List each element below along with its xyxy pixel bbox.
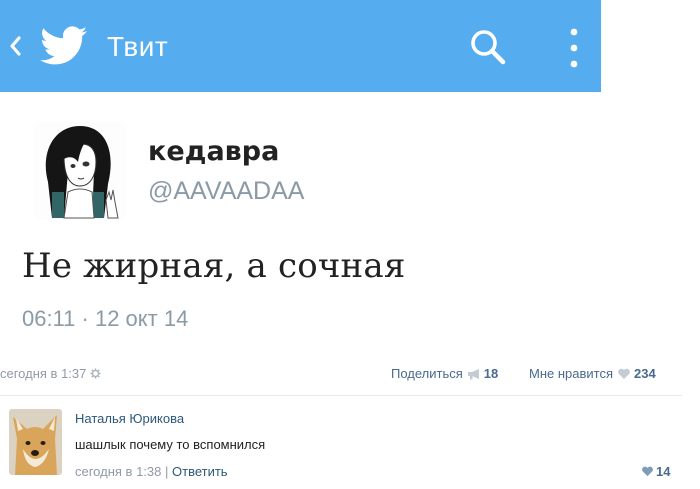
like-button[interactable]: Мне нравится 234: [529, 366, 656, 381]
reply-button[interactable]: Ответить: [172, 464, 228, 479]
chevron-left-icon[interactable]: [6, 32, 24, 60]
comment-meta: сегодня в 1:38 | Ответить: [75, 464, 228, 479]
display-name[interactable]: кедавра: [148, 136, 279, 167]
comment-text: шашлык почему то вспомнился: [75, 437, 266, 452]
divider: [0, 395, 682, 396]
comment-author[interactable]: Наталья Юрикова: [75, 411, 184, 426]
like-count: 234: [634, 366, 656, 381]
page-title: Твит: [107, 31, 169, 62]
post-footer: сегодня в 1:37 Поделиться 18 Мне нравитс…: [0, 365, 690, 385]
heart-icon: [618, 368, 630, 379]
post-date-text: сегодня в 1:37: [0, 366, 87, 381]
more-vertical-icon[interactable]: [564, 26, 584, 70]
gear-icon[interactable]: [90, 368, 101, 379]
comment-like-button[interactable]: 14: [641, 464, 670, 479]
avatar[interactable]: [34, 122, 126, 220]
megaphone-icon: [467, 369, 479, 380]
like-label: Мне нравится: [529, 366, 614, 381]
comment-date[interactable]: сегодня в 1:38: [75, 464, 161, 479]
tweet-timestamp: 06:11 · 12 окт 14: [22, 306, 189, 331]
comment-like-count: 14: [656, 464, 671, 479]
share-label: Поделиться: [391, 366, 463, 381]
app-header: Твит: [0, 0, 601, 92]
twitter-bird-icon: [40, 26, 87, 65]
search-icon[interactable]: [468, 27, 508, 67]
share-count: 18: [483, 366, 499, 381]
comment-avatar[interactable]: [9, 409, 62, 475]
heart-icon: [642, 466, 653, 477]
user-handle[interactable]: @AAVAADAA: [148, 177, 304, 206]
share-button[interactable]: Поделиться 18: [391, 366, 498, 381]
tweet-text: Не жирная, а сочная: [22, 246, 406, 286]
post-date[interactable]: сегодня в 1:37: [0, 366, 101, 381]
comment-separator: |: [165, 464, 169, 479]
